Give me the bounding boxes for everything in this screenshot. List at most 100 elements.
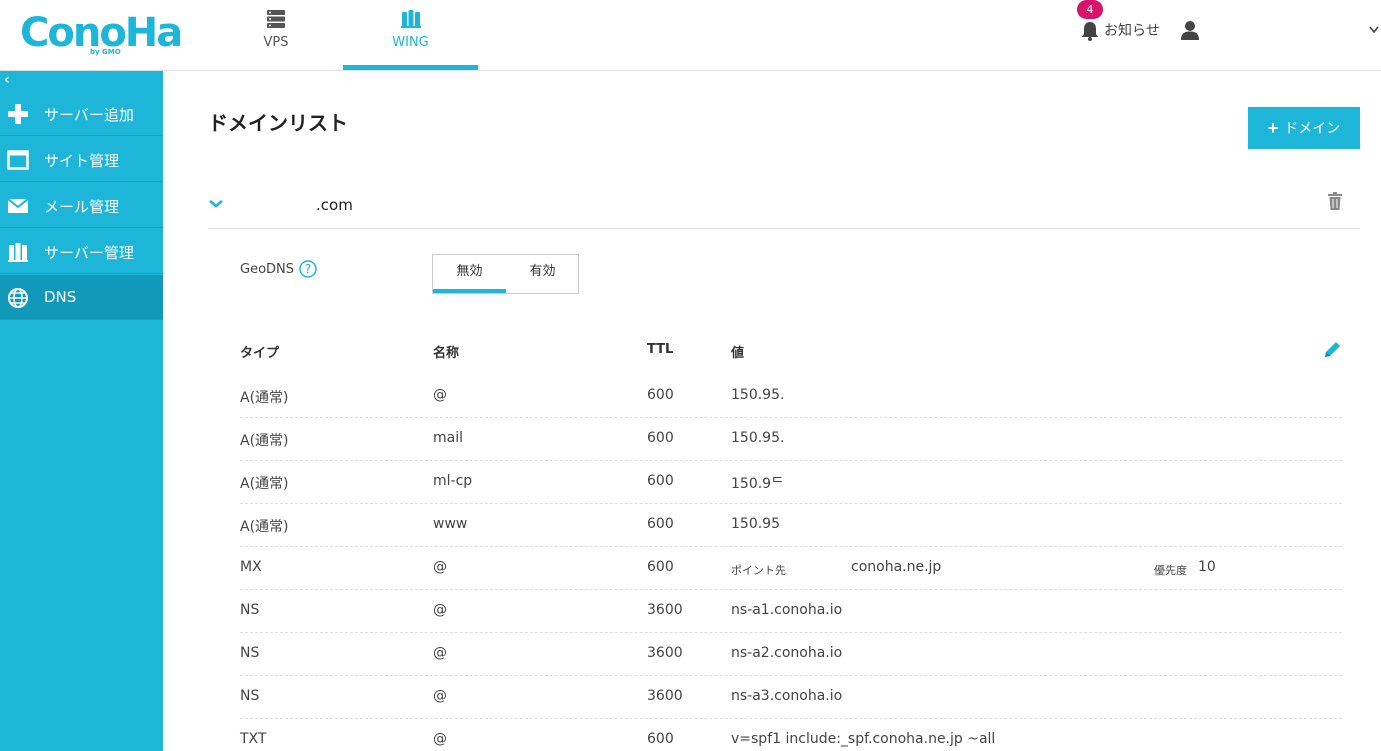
- help-icon[interactable]: ?: [299, 260, 317, 282]
- sidebar-item-server-manage[interactable]: サーバー管理: [0, 229, 163, 274]
- geodns-label: GeoDNS: [240, 262, 295, 277]
- wing-icon: [400, 9, 422, 33]
- table-row[interactable]: A(通常) ml-cp 600 150.9ᄃ: [240, 461, 1342, 504]
- cell-type: MX: [240, 559, 262, 575]
- table-row[interactable]: NS @ 3600 ns-a2.conoha.io: [240, 633, 1342, 676]
- sidebar-item-label: サイト管理: [44, 152, 120, 170]
- globe-icon: [7, 287, 29, 309]
- sidebar-item-label: サーバー追加: [44, 106, 134, 124]
- cell-ttl: 600: [647, 473, 674, 489]
- cell-name: @: [433, 559, 447, 575]
- cell-name: www: [433, 516, 468, 532]
- plus-icon: [7, 103, 29, 125]
- geodns-off-option[interactable]: 無効: [433, 255, 506, 293]
- cell-name: ml-cp: [433, 473, 473, 489]
- cell-value: 150.95.: [731, 387, 785, 403]
- cell-ttl: 600: [647, 387, 674, 403]
- window-icon: [7, 149, 29, 171]
- header-value: 値: [731, 346, 745, 361]
- header-type: タイプ: [240, 346, 280, 361]
- sidebar-item-site-manage[interactable]: サイト管理: [0, 137, 163, 182]
- cell-name: @: [433, 602, 447, 618]
- cell-type: NS: [240, 602, 260, 618]
- cell-ttl: 600: [647, 731, 674, 747]
- mail-icon: [7, 195, 29, 217]
- active-tab-indicator: [343, 65, 478, 70]
- topnav-vps-label: VPS: [263, 35, 289, 50]
- domain-name: .com: [316, 196, 353, 214]
- header-ttl: TTL: [647, 342, 674, 357]
- cell-value-label: ポイント先: [731, 564, 786, 577]
- sidebar-item-mail-manage[interactable]: メール管理: [0, 183, 163, 228]
- cell-value: 150.95: [731, 516, 780, 532]
- cell-priority: 10: [1198, 559, 1216, 575]
- trash-icon[interactable]: [1327, 192, 1343, 214]
- geodns-on-option[interactable]: 有効: [506, 255, 579, 293]
- cell-type: TXT: [240, 731, 267, 747]
- table-row[interactable]: TXT @ 600 v=spf1 include:_spf.conoha.ne.…: [240, 719, 1342, 751]
- header-name: 名称: [433, 346, 460, 361]
- cell-value: conoha.ne.jp: [851, 559, 942, 575]
- table-row[interactable]: MX @ 600 ポイント先 conoha.ne.jp 優先度 10: [240, 547, 1342, 590]
- cell-ttl: 600: [647, 559, 674, 575]
- cell-value: ns-a1.conoha.io: [731, 602, 843, 618]
- add-domain-label: ドメイン: [1284, 120, 1341, 136]
- cell-name: mail: [433, 430, 463, 446]
- table-row[interactable]: A(通常) @ 600 150.95.: [240, 375, 1342, 418]
- cell-type: NS: [240, 645, 260, 661]
- cell-name: @: [433, 688, 447, 704]
- cell-ttl: 3600: [647, 688, 683, 704]
- sidebar-item-label: DNS: [44, 288, 77, 306]
- table-row[interactable]: A(通常) mail 600 150.95.: [240, 418, 1342, 461]
- selected-indicator: [433, 289, 506, 293]
- sidebar-item-label: メール管理: [44, 198, 120, 216]
- add-domain-button[interactable]: + ドメイン: [1248, 107, 1360, 149]
- sidebar-item-label: サーバー管理: [44, 244, 134, 262]
- cell-value: v=spf1 include:_spf.conoha.ne.jp ~all: [731, 731, 996, 747]
- sidebar-collapse-button[interactable]: ‹: [4, 71, 10, 89]
- cell-value: ns-a2.conoha.io: [731, 645, 843, 661]
- cell-ttl: 3600: [647, 602, 683, 618]
- domain-row: .com: [208, 181, 1360, 229]
- cell-ttl: 600: [647, 516, 674, 532]
- table-row[interactable]: NS @ 3600 ns-a1.conoha.io: [240, 590, 1342, 633]
- cell-name: @: [433, 387, 447, 403]
- conoha-logo[interactable]: ConoHa by GMO: [20, 8, 183, 58]
- pencil-icon[interactable]: [1322, 340, 1342, 364]
- notifications-link[interactable]: お知らせ: [1104, 20, 1160, 40]
- topnav-wing[interactable]: WING: [343, 0, 478, 70]
- cell-priority-label: 優先度: [1154, 564, 1187, 577]
- table-row[interactable]: NS @ 3600 ns-a3.conoha.io: [240, 676, 1342, 719]
- notification-badge: 4: [1077, 0, 1103, 19]
- user-icon[interactable]: [1180, 20, 1200, 44]
- sidebar: ‹ サーバー追加 サイト管理 メール管理 サーバー管理 DNS: [0, 71, 163, 751]
- geodns-toggle: 無効 有効: [432, 254, 579, 294]
- top-header: ConoHa by GMO VPS WING: [0, 0, 1381, 71]
- record-table-header: タイプ 名称 TTL 値: [240, 342, 1342, 362]
- cell-type: A(通常): [240, 519, 289, 535]
- cell-ttl: 600: [647, 430, 674, 446]
- svg-text:?: ?: [305, 262, 311, 276]
- page-title: ドメインリスト: [208, 111, 348, 135]
- cell-name: @: [433, 731, 447, 747]
- geodns-on-label: 有効: [529, 264, 556, 279]
- cell-type: A(通常): [240, 433, 289, 449]
- cell-value: 150.95.: [731, 430, 785, 446]
- server-manage-icon: [7, 241, 29, 263]
- table-row[interactable]: A(通常) www 600 150.95: [240, 504, 1342, 547]
- cell-type: NS: [240, 688, 260, 704]
- plus-icon: +: [1267, 118, 1279, 138]
- cell-type: A(通常): [240, 476, 289, 492]
- cell-value: 150.9ᄃ: [731, 476, 784, 492]
- bell-icon[interactable]: [1081, 21, 1099, 45]
- cell-name: @: [433, 645, 447, 661]
- topnav-vps[interactable]: VPS: [236, 0, 316, 70]
- server-icon: [266, 9, 286, 33]
- chevron-down-icon[interactable]: [208, 195, 224, 214]
- cell-value: ns-a3.conoha.io: [731, 688, 843, 704]
- logo-sub: by GMO: [90, 48, 121, 56]
- sidebar-item-dns[interactable]: DNS: [0, 275, 163, 320]
- sidebar-item-add-server[interactable]: サーバー追加: [0, 91, 163, 136]
- cell-ttl: 3600: [647, 645, 683, 661]
- chevron-down-icon[interactable]: [1369, 23, 1379, 37]
